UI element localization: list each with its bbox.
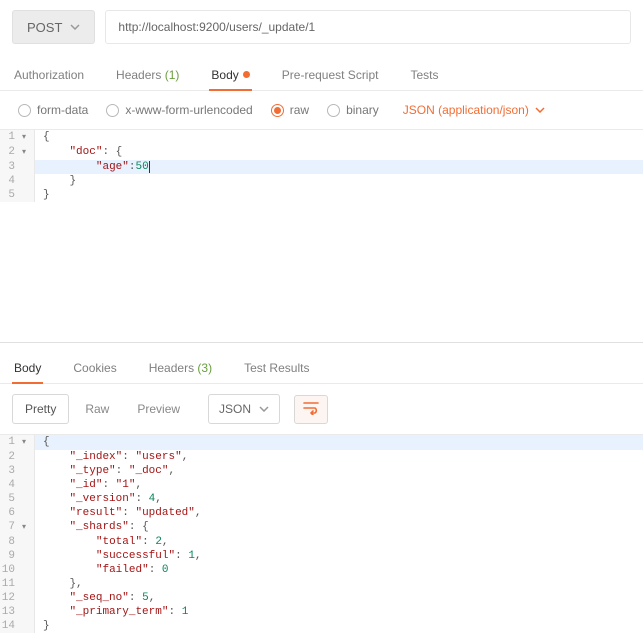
response-tab-cookies[interactable]: Cookies (71, 353, 118, 383)
raw-button[interactable]: Raw (73, 395, 121, 423)
code-line: 6 "result": "updated", (0, 506, 643, 520)
pretty-button[interactable]: Pretty (12, 394, 69, 424)
code-line: 4 } (0, 174, 643, 188)
code-line: 4 "_id": "1", (0, 478, 643, 492)
code-line: 8 "total": 2, (0, 535, 643, 549)
response-tab-testresults[interactable]: Test Results (242, 353, 311, 383)
unsaved-dot-icon (243, 71, 250, 78)
response-format-selector[interactable]: JSON (208, 394, 280, 424)
content-type-selector[interactable]: JSON (application/json) (403, 103, 545, 117)
radio-raw[interactable]: raw (271, 103, 309, 117)
code-line: 5} (0, 188, 643, 202)
radio-binary[interactable]: binary (327, 103, 379, 117)
code-line: 1▾{ (0, 130, 643, 145)
wrap-lines-button[interactable] (294, 395, 328, 424)
response-tab-body[interactable]: Body (12, 353, 43, 383)
tab-prerequest[interactable]: Pre-request Script (280, 60, 381, 90)
code-line: 13 "_primary_term": 1 (0, 605, 643, 619)
code-line: 14} (0, 619, 643, 633)
chevron-down-icon (259, 406, 269, 412)
preview-button[interactable]: Preview (125, 395, 192, 423)
response-body-viewer[interactable]: 1▾{2 "_index": "users",3 "_type": "_doc"… (0, 434, 643, 633)
code-line: 12 "_seq_no": 5, (0, 591, 643, 605)
tab-tests[interactable]: Tests (408, 60, 440, 90)
code-line: 3 "_type": "_doc", (0, 464, 643, 478)
code-line: 10 "failed": 0 (0, 563, 643, 577)
tab-headers[interactable]: Headers (1) (114, 60, 181, 90)
code-line: 3 "age":50 (0, 160, 643, 174)
chevron-down-icon (70, 24, 80, 30)
http-method-value: POST (27, 20, 62, 35)
code-line: 2▾ "doc": { (0, 145, 643, 160)
radio-formdata[interactable]: form-data (18, 103, 88, 117)
code-line: 11 }, (0, 577, 643, 591)
code-line: 5 "_version": 4, (0, 492, 643, 506)
tab-authorization[interactable]: Authorization (12, 60, 86, 90)
request-body-editor[interactable]: 1▾{2▾ "doc": {3 "age":504 }5} (0, 129, 643, 202)
chevron-down-icon (535, 107, 545, 113)
wrap-icon (303, 401, 319, 418)
code-line: 2 "_index": "users", (0, 450, 643, 464)
url-input[interactable] (105, 10, 631, 44)
radio-urlencoded[interactable]: x-www-form-urlencoded (106, 103, 252, 117)
response-tab-headers[interactable]: Headers (3) (147, 353, 214, 383)
code-line: 1▾{ (0, 435, 643, 450)
code-line: 7▾ "_shards": { (0, 520, 643, 535)
tab-body[interactable]: Body (209, 60, 251, 90)
code-line: 9 "successful": 1, (0, 549, 643, 563)
http-method-selector[interactable]: POST (12, 10, 95, 44)
